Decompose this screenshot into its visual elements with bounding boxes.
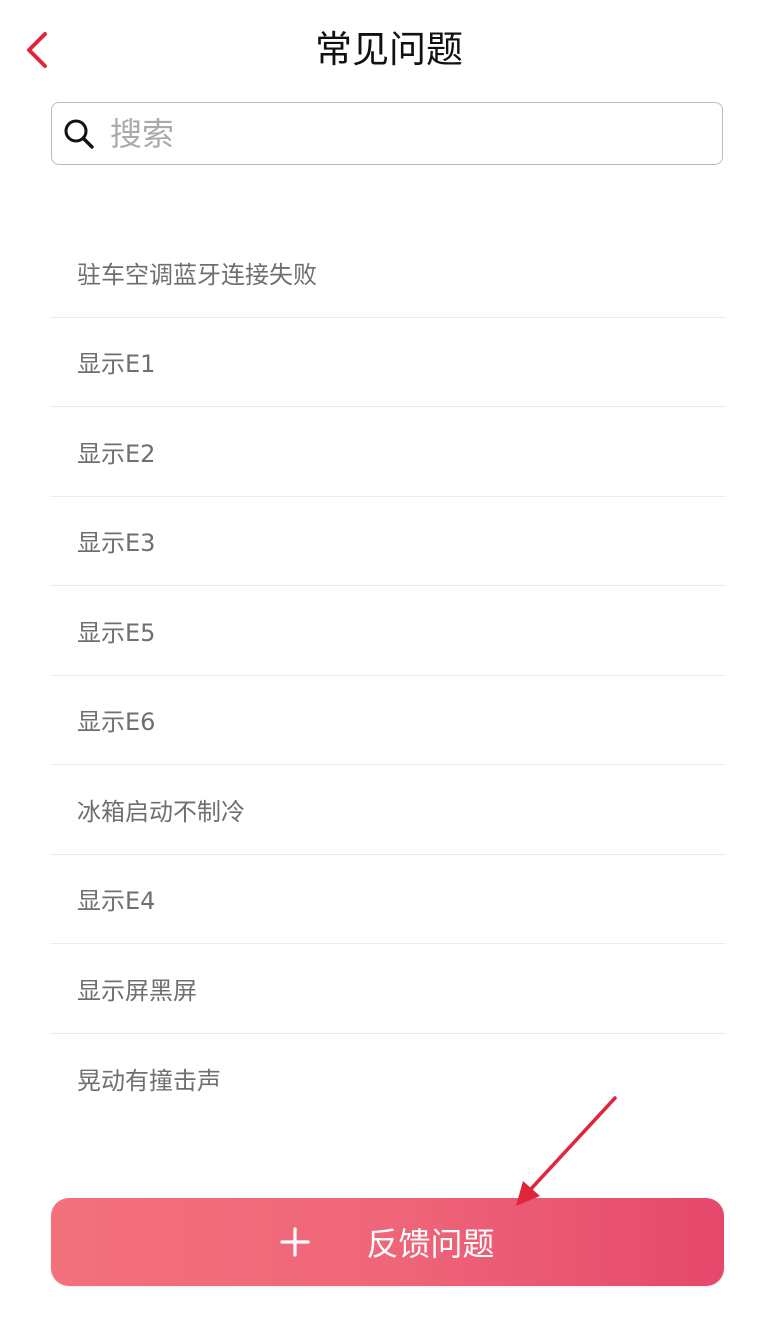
- plus-icon: [280, 1227, 311, 1257]
- faq-item-label: 晃动有撞击声: [77, 1066, 221, 1095]
- faq-item-label: 显示E3: [77, 529, 156, 558]
- faq-item-label: 显示E2: [77, 439, 156, 468]
- faq-item[interactable]: 晃动有撞击声: [50, 1034, 726, 1124]
- faq-item[interactable]: 显示屏黑屏: [50, 944, 726, 1034]
- faq-item-label: 显示E4: [77, 887, 156, 916]
- faq-item-label: 冰箱启动不制冷: [77, 797, 245, 826]
- faq-item[interactable]: 显示E5: [50, 586, 726, 676]
- feedback-button-label: 反馈问题: [366, 1225, 495, 1263]
- faq-item[interactable]: 显示E3: [50, 497, 726, 586]
- faq-item[interactable]: 显示E1: [50, 318, 726, 407]
- faq-item[interactable]: 显示E4: [50, 855, 726, 944]
- page-title: 常见问题: [315, 28, 463, 71]
- faq-item-label: 显示E6: [77, 708, 156, 737]
- faq-item[interactable]: 驻车空调蓝牙连接失败: [50, 228, 726, 318]
- search-bar[interactable]: [51, 102, 723, 165]
- faq-item[interactable]: 显示E6: [50, 676, 726, 765]
- faq-item-label: 显示屏黑屏: [77, 976, 197, 1005]
- search-input[interactable]: [110, 109, 710, 159]
- faq-list: 驻车空调蓝牙连接失败 显示E1 显示E2 显示E3 显示E5 显示E6 冰箱启动…: [50, 228, 726, 1123]
- search-icon: [64, 119, 94, 149]
- header-bar: 常见问题: [0, 0, 778, 100]
- faq-item[interactable]: 冰箱启动不制冷: [50, 765, 726, 855]
- faq-item-label: 显示E1: [77, 350, 156, 379]
- faq-item-label: 驻车空调蓝牙连接失败: [77, 260, 317, 289]
- faq-item[interactable]: 显示E2: [50, 407, 726, 497]
- feedback-button[interactable]: 反馈问题: [51, 1198, 724, 1286]
- faq-item-label: 显示E5: [77, 618, 156, 647]
